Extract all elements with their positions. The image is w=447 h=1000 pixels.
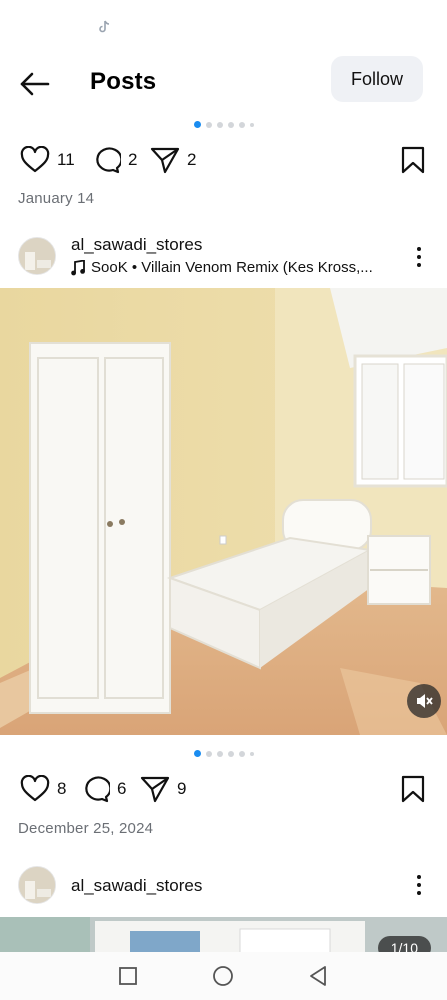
carousel-dot [227, 121, 234, 128]
carousel-dot [205, 121, 212, 128]
carousel-dot [216, 121, 223, 128]
more-vertical-icon[interactable] [409, 872, 429, 898]
comment-icon[interactable] [91, 146, 121, 174]
carousel-dot [238, 121, 245, 128]
avatar[interactable] [18, 237, 56, 275]
system-navigation-bar [0, 952, 447, 1000]
share-count: 9 [177, 779, 187, 798]
post-date: January 14 [18, 190, 95, 207]
follow-button[interactable]: Follow [331, 56, 423, 102]
carousel-dot [249, 751, 254, 756]
post-actions: 11 2 2 [0, 140, 447, 180]
post-header: al_sawadi_stores SooK • Villain Venom Re… [0, 232, 447, 282]
bookmark-icon[interactable] [401, 146, 425, 174]
carousel-dot [238, 750, 245, 757]
avatar[interactable] [18, 866, 56, 904]
send-icon[interactable] [150, 146, 180, 174]
top-app-bar: Posts Follow [0, 52, 447, 112]
heart-icon[interactable] [20, 146, 50, 174]
carousel-dot [227, 750, 234, 757]
comment-action[interactable]: 2 [91, 146, 137, 174]
post-date: December 25, 2024 [18, 820, 154, 837]
circle-icon[interactable] [212, 965, 234, 987]
like-count: 8 [57, 779, 67, 798]
page-title: Posts [90, 68, 157, 95]
audio-title: SooK • Villain Venom Remix (Kes Kross,..… [91, 259, 373, 276]
share-action[interactable]: 9 [140, 775, 186, 803]
carousel-dot-active [193, 750, 201, 757]
bookmark-icon[interactable] [401, 775, 425, 803]
comment-count: 6 [117, 779, 127, 798]
like-count: 11 [57, 150, 75, 169]
post-photo[interactable] [0, 288, 447, 735]
music-note-icon [71, 259, 85, 275]
carousel-indicator [0, 750, 447, 757]
comment-count: 2 [128, 150, 138, 169]
share-count: 2 [187, 150, 197, 169]
square-icon[interactable] [117, 965, 139, 987]
comment-action[interactable]: 6 [80, 775, 126, 803]
send-icon[interactable] [140, 775, 170, 803]
heart-icon[interactable] [20, 775, 50, 803]
post-photo[interactable]: 1/10 [0, 917, 447, 957]
audio-track[interactable]: SooK • Villain Venom Remix (Kes Kross,..… [71, 259, 373, 276]
carousel-indicator [0, 121, 447, 128]
like-action[interactable]: 8 [20, 775, 66, 803]
share-action[interactable]: 2 [150, 146, 196, 174]
post-header: al_sawadi_stores [0, 862, 447, 912]
comment-icon[interactable] [80, 775, 110, 803]
carousel-dot-active [193, 121, 201, 128]
speaker-muted-icon [417, 694, 433, 708]
carousel-dot [205, 750, 212, 757]
more-vertical-icon[interactable] [409, 244, 429, 270]
carousel-dot [216, 750, 223, 757]
username[interactable]: al_sawadi_stores [71, 235, 202, 255]
arrow-left-icon[interactable] [18, 69, 52, 99]
mute-button[interactable] [407, 684, 441, 718]
tiktok-notification-icon [99, 20, 110, 33]
username[interactable]: al_sawadi_stores [71, 876, 202, 896]
post-actions: 8 6 9 [0, 769, 447, 809]
triangle-back-icon[interactable] [307, 965, 329, 987]
carousel-dot [249, 122, 254, 127]
bedroom-photo [0, 288, 447, 735]
like-action[interactable]: 11 [20, 146, 75, 174]
